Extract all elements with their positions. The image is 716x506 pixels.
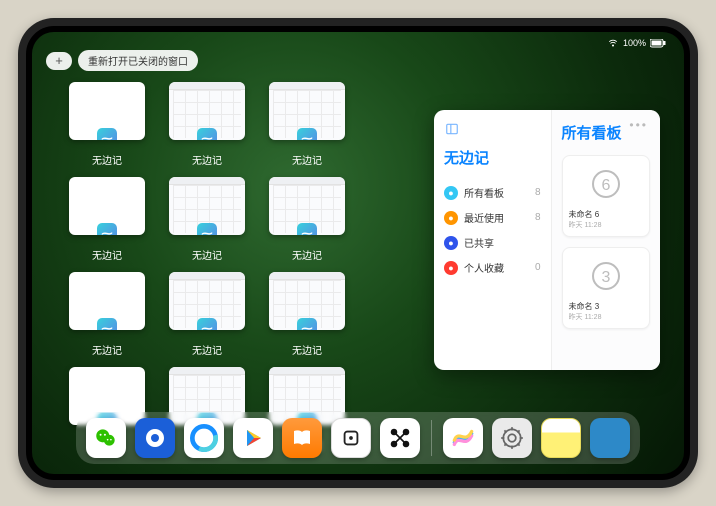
- freeform-app-icon: ⁓: [297, 223, 317, 235]
- window-label: 无边记: [292, 247, 322, 262]
- sidebar-item-count: 8: [535, 187, 541, 198]
- sidebar-item-count: 0: [535, 262, 541, 273]
- ipad-frame: 100% + 重新打开已关闭的窗口 ⁓ 无边记 ⁓ 无边记 ⁓ 无边记 ⁓ 无边记 ⁓ 无边记 ⁓ 无…: [18, 18, 698, 488]
- window-thumbnail: ⁓: [169, 82, 245, 140]
- freeform-app-icon: ⁓: [97, 128, 117, 140]
- freeform-app-icon: ⁓: [197, 128, 217, 140]
- sidebar-item[interactable]: ● 所有看板 8: [444, 180, 541, 205]
- window-label: 无边记: [92, 247, 122, 262]
- dock-app-notes[interactable]: [541, 418, 581, 458]
- status-bar: 100%: [32, 36, 684, 50]
- app-window[interactable]: ⁓ 无边记: [68, 177, 146, 262]
- app-window[interactable]: ⁓ 无边记: [168, 82, 246, 167]
- window-thumbnail: ⁓: [169, 272, 245, 330]
- app-window[interactable]: ⁓ 无边记: [268, 82, 346, 167]
- category-icon: ●: [444, 211, 458, 225]
- battery-label: 100%: [623, 38, 646, 48]
- app-window[interactable]: ⁓ 无边记: [268, 177, 346, 262]
- dock-app-connect[interactable]: [380, 418, 420, 458]
- board-title: 未命名 6: [569, 209, 643, 220]
- dock-app-folder[interactable]: [590, 418, 630, 458]
- popover-content: ••• 所有看板 6未命名 6昨天 11:283未命名 3昨天 11:28: [552, 110, 660, 370]
- freeform-app-icon: ⁓: [297, 128, 317, 140]
- svg-text:6: 6: [601, 177, 610, 194]
- dock-app-play[interactable]: [233, 418, 273, 458]
- dock-app-quark[interactable]: [135, 418, 175, 458]
- screen: 100% + 重新打开已关闭的窗口 ⁓ 无边记 ⁓ 无边记 ⁓ 无边记 ⁓ 无边记 ⁓ 无边记 ⁓ 无…: [32, 32, 684, 474]
- new-window-button[interactable]: +: [46, 52, 72, 70]
- board-subtitle: 昨天 11:28: [569, 312, 643, 322]
- category-icon: ●: [444, 261, 458, 275]
- more-icon[interactable]: •••: [629, 118, 648, 132]
- sidebar-item-label: 个人收藏: [464, 260, 504, 275]
- board-thumbnail: 6: [569, 162, 643, 206]
- window-label: 无边记: [92, 342, 122, 357]
- svg-text:3: 3: [601, 269, 610, 286]
- category-icon: ●: [444, 236, 458, 250]
- topbar: + 重新打开已关闭的窗口: [46, 50, 198, 71]
- window-label: 无边记: [292, 152, 322, 167]
- freeform-app-icon: ⁓: [297, 318, 317, 330]
- reopen-label: 重新打开已关闭的窗口: [88, 53, 188, 68]
- board-thumbnail: 3: [569, 254, 643, 298]
- dock-app-settings[interactable]: [492, 418, 532, 458]
- sidebar-item-label: 已共享: [464, 235, 494, 250]
- dock-separator: [431, 420, 432, 456]
- window-label: 无边记: [192, 247, 222, 262]
- board-title: 未命名 3: [569, 301, 643, 312]
- dock-app-qqbrowser[interactable]: [184, 418, 224, 458]
- app-expose-grid: ⁓无边记⁓无边记⁓无边记⁓无边记⁓无边记⁓无边记⁓无边记⁓无边记⁓无边记⁓无边记…: [68, 82, 448, 452]
- board-card[interactable]: 6 未命名 6昨天 11:28: [562, 155, 650, 237]
- window-label: 无边记: [292, 342, 322, 357]
- popover-app-title: 无边记: [444, 147, 541, 168]
- sidebar-item-label: 所有看板: [464, 185, 504, 200]
- window-thumbnail: ⁓: [69, 177, 145, 235]
- app-window[interactable]: ⁓ 无边记: [268, 272, 346, 357]
- dock-app-books[interactable]: [282, 418, 322, 458]
- plus-icon: +: [55, 53, 63, 68]
- dock: [76, 412, 640, 464]
- freeform-app-icon: ⁓: [97, 318, 117, 330]
- window-label: 无边记: [192, 342, 222, 357]
- app-window[interactable]: ⁓ 无边记: [68, 82, 146, 167]
- sidebar-item-count: 8: [535, 212, 541, 223]
- popover-sidebar: 无边记 ● 所有看板 8 ● 最近使用 8 ● 已共享 ● 个人收藏 0: [434, 110, 552, 370]
- sidebar-item[interactable]: ● 个人收藏 0: [444, 255, 541, 280]
- app-window[interactable]: ⁓ 无边记: [68, 272, 146, 357]
- window-thumbnail: ⁓: [269, 272, 345, 330]
- dock-app-wechat[interactable]: [86, 418, 126, 458]
- sidebar-toggle-icon[interactable]: [444, 122, 541, 139]
- freeform-app-icon: ⁓: [197, 223, 217, 235]
- sidebar-item[interactable]: ● 已共享: [444, 230, 541, 255]
- window-thumbnail: ⁓: [269, 82, 345, 140]
- reopen-closed-window-button[interactable]: 重新打开已关闭的窗口: [78, 50, 198, 71]
- window-thumbnail: ⁓: [169, 177, 245, 235]
- window-thumbnail: ⁓: [69, 82, 145, 140]
- app-window[interactable]: ⁓ 无边记: [168, 272, 246, 357]
- wifi-icon: [607, 38, 619, 48]
- dock-app-freeform[interactable]: [443, 418, 483, 458]
- window-thumbnail: ⁓: [269, 177, 345, 235]
- category-icon: ●: [444, 186, 458, 200]
- board-card[interactable]: 3 未命名 3昨天 11:28: [562, 247, 650, 329]
- status-right: 100%: [607, 38, 666, 48]
- freeform-app-icon: ⁓: [197, 318, 217, 330]
- app-window[interactable]: ⁓ 无边记: [168, 177, 246, 262]
- sidebar-item-label: 最近使用: [464, 210, 504, 225]
- window-label: 无边记: [92, 152, 122, 167]
- sidebar-item[interactable]: ● 最近使用 8: [444, 205, 541, 230]
- window-thumbnail: ⁓: [69, 272, 145, 330]
- window-label: 无边记: [192, 152, 222, 167]
- battery-icon: [650, 39, 666, 48]
- board-subtitle: 昨天 11:28: [569, 220, 643, 230]
- freeform-app-icon: ⁓: [97, 223, 117, 235]
- dock-app-dice[interactable]: [331, 418, 371, 458]
- ipad-bezel: 100% + 重新打开已关闭的窗口 ⁓ 无边记 ⁓ 无边记 ⁓ 无边记 ⁓ 无边记 ⁓ 无边记 ⁓ 无…: [26, 26, 690, 480]
- freeform-popover: 无边记 ● 所有看板 8 ● 最近使用 8 ● 已共享 ● 个人收藏 0 ••• 所有看板 6 未命名…: [434, 110, 660, 370]
